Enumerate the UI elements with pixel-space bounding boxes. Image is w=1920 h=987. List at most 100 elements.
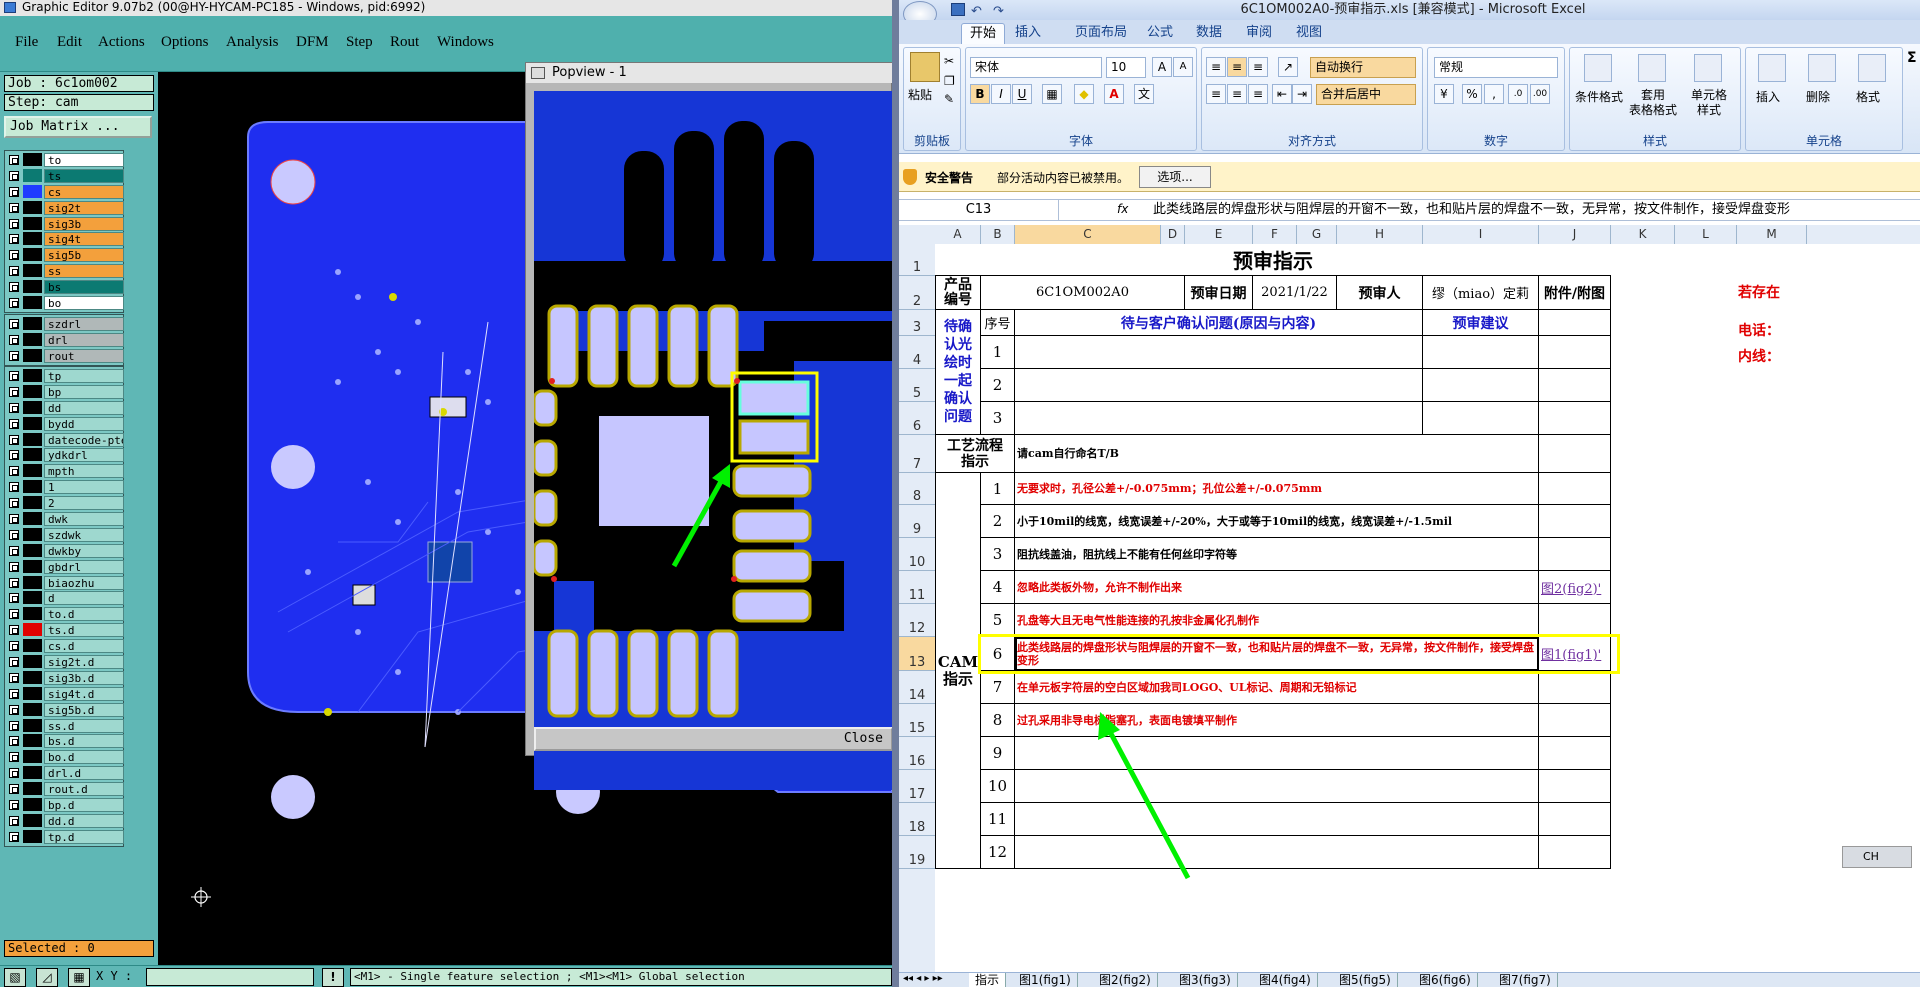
sheet-tab[interactable]: 图1(fig1) — [1013, 973, 1078, 987]
attach-cell[interactable] — [1539, 310, 1611, 336]
layer-color-swatch[interactable] — [23, 248, 42, 262]
layer-color-swatch[interactable] — [23, 480, 42, 494]
layer-row[interactable]: bo.d — [6, 749, 124, 765]
paste-button[interactable]: 粘贴 — [908, 86, 932, 103]
instruction-link[interactable] — [1539, 770, 1611, 803]
layer-name[interactable]: 1 — [44, 480, 124, 495]
xy-input[interactable] — [146, 968, 314, 986]
layer-checkbox[interactable] — [9, 266, 19, 277]
layer-name[interactable]: bs.d — [44, 734, 124, 749]
layer-name[interactable]: drl.d — [44, 766, 124, 781]
layer-checkbox[interactable] — [9, 218, 19, 229]
layer-row[interactable]: ts.d — [6, 622, 124, 638]
layer-checkbox[interactable] — [9, 386, 19, 397]
layer-color-swatch[interactable] — [23, 496, 42, 510]
insert-cells-icon[interactable] — [1758, 54, 1786, 82]
row-header[interactable]: 1 — [899, 244, 935, 276]
instruction-link[interactable]: 图2(fig2)' — [1539, 571, 1611, 604]
pending-question-cell[interactable] — [1015, 369, 1423, 402]
name-box[interactable]: C13 — [899, 200, 1059, 220]
layer-name[interactable]: bp — [44, 384, 124, 399]
layer-color-swatch[interactable] — [23, 527, 42, 541]
menu-options[interactable]: Options — [161, 34, 209, 51]
tab-view[interactable]: 视图 — [1288, 23, 1330, 44]
column-header[interactable]: B — [981, 225, 1015, 244]
sheet-tab[interactable]: 图2(fig2) — [1093, 973, 1158, 987]
row-header[interactable]: 7 — [899, 435, 935, 473]
layer-color-swatch[interactable] — [23, 200, 42, 214]
layer-name[interactable]: mpth — [44, 464, 124, 479]
layer-color-swatch[interactable] — [23, 448, 42, 462]
instruction-num[interactable]: 9 — [981, 737, 1015, 770]
wrap-text-button[interactable]: 自动换行 — [1310, 57, 1416, 78]
layer-row[interactable]: szdrl — [6, 316, 124, 332]
instruction-link[interactable] — [1539, 671, 1611, 704]
layer-checkbox[interactable] — [9, 170, 19, 181]
layer-row[interactable]: sig5b — [6, 247, 124, 263]
menu-actions[interactable]: Actions — [98, 34, 145, 51]
column-header[interactable]: D — [1161, 225, 1185, 244]
row-header[interactable]: 9 — [899, 505, 935, 538]
layer-row[interactable]: bp — [6, 384, 124, 400]
delete-cells-icon[interactable] — [1808, 54, 1836, 82]
layer-checkbox[interactable] — [9, 641, 19, 652]
attachment-label[interactable]: 附件/附图 — [1539, 276, 1611, 310]
tab-formulas[interactable]: 公式 — [1139, 23, 1181, 44]
column-header[interactable]: M — [1737, 225, 1807, 244]
layer-name[interactable]: tp.d — [44, 829, 124, 844]
layer-checkbox[interactable] — [9, 657, 19, 668]
layer-name[interactable]: bo.d — [44, 750, 124, 765]
layer-row[interactable]: sig2t — [6, 200, 124, 216]
menu-rout[interactable]: Rout — [390, 34, 419, 51]
layer-color-swatch[interactable] — [23, 655, 42, 669]
row-header[interactable]: 19 — [899, 836, 935, 869]
paste-icon[interactable] — [910, 52, 940, 82]
format-table-button[interactable]: 套用 表格格式 — [1626, 88, 1680, 118]
layer-color-swatch[interactable] — [23, 153, 42, 166]
layer-checkbox[interactable] — [9, 450, 19, 461]
row-header[interactable]: 10 — [899, 538, 935, 571]
layer-row[interactable]: gbdrl — [6, 559, 124, 575]
layer-name[interactable]: ts — [44, 168, 124, 183]
layer-row[interactable]: sig2t.d — [6, 654, 124, 670]
layer-checkbox[interactable] — [9, 625, 19, 636]
menu-file[interactable]: File — [15, 34, 38, 51]
layer-row[interactable]: ts — [6, 168, 124, 184]
layer-name[interactable]: szdwk — [44, 527, 124, 542]
row-header[interactable]: 15 — [899, 704, 935, 737]
tab-review[interactable]: 审阅 — [1238, 23, 1280, 44]
layer-color-swatch[interactable] — [23, 264, 42, 278]
percent-icon[interactable]: % — [1462, 84, 1482, 104]
fill-color-icon[interactable]: ◆ — [1074, 84, 1094, 104]
layer-row[interactable]: tp.d — [6, 829, 124, 845]
autosum-icon[interactable]: Σ — [1907, 50, 1917, 66]
layer-color-swatch[interactable] — [23, 750, 42, 764]
pending-num[interactable]: 1 — [981, 336, 1015, 369]
instruction-text[interactable]: 无要求时，孔径公差+/-0.075mm；孔位公差+/-0.075mm — [1015, 473, 1539, 505]
layer-row[interactable]: bo — [6, 295, 124, 311]
cut-icon[interactable]: ✂ — [944, 54, 954, 68]
layer-name[interactable]: bs — [44, 280, 124, 295]
alert-icon[interactable]: ! — [322, 968, 344, 987]
layer-row[interactable]: sig4t.d — [6, 686, 124, 702]
pending-num[interactable]: 3 — [981, 402, 1015, 435]
sheet-tab[interactable]: 指示 — [969, 973, 1007, 987]
layer-checkbox[interactable] — [9, 434, 19, 445]
layer-checkbox[interactable] — [9, 282, 19, 293]
pending-attach-cell[interactable] — [1539, 336, 1611, 369]
insert-cells-button[interactable]: 插入 — [1756, 88, 1780, 105]
layer-color-swatch[interactable] — [23, 432, 42, 446]
instruction-num[interactable]: 5 — [981, 604, 1015, 637]
layer-row[interactable]: sig5b.d — [6, 702, 124, 718]
instruction-text[interactable]: 忽略此类板外物，允许不制作出来 — [1015, 571, 1539, 604]
column-header[interactable]: L — [1675, 225, 1737, 244]
instruction-link[interactable] — [1539, 737, 1611, 770]
menu-edit[interactable]: Edit — [57, 34, 82, 51]
question-header[interactable]: 待与客户确认问题(原因与内容) — [1015, 310, 1423, 336]
popview-close-button[interactable]: Close — [534, 727, 893, 751]
save-icon[interactable] — [951, 3, 965, 16]
sheet-tab[interactable]: 图3(fig3) — [1173, 973, 1238, 987]
layer-name[interactable]: to — [44, 153, 124, 167]
pending-question-cell[interactable] — [1015, 336, 1423, 369]
layer-row[interactable]: rout.d — [6, 781, 124, 797]
